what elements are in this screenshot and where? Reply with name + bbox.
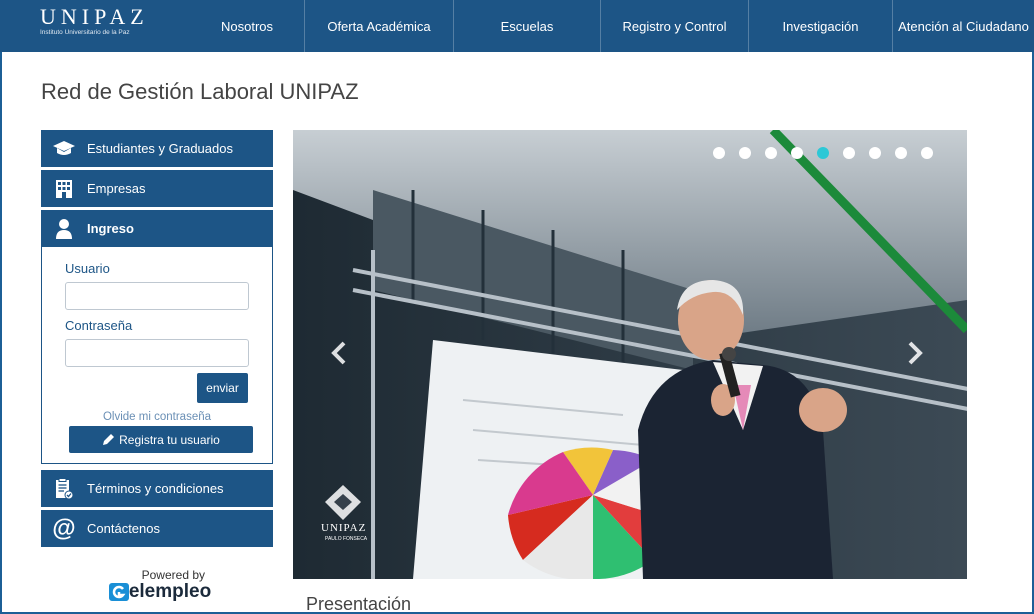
main-nav: Nosotros Oferta Académica Escuelas Regis… [190, 0, 1034, 52]
carousel-dot[interactable] [895, 147, 907, 159]
password-field[interactable] [65, 339, 249, 367]
carousel-dot[interactable] [869, 147, 881, 159]
elempleo-logo[interactable]: elempleo [105, 581, 215, 603]
at-sign-icon: @ [52, 514, 76, 542]
carousel-dot[interactable] [739, 147, 751, 159]
graduation-cap-icon [41, 140, 87, 158]
unipaz-watermark: UNIPAZ [321, 522, 367, 534]
carousel-dot[interactable] [765, 147, 777, 159]
password-label: Contraseña [65, 318, 133, 333]
nav-nosotros[interactable]: Nosotros [190, 0, 305, 52]
carousel-dot[interactable] [791, 147, 803, 159]
pencil-icon [103, 434, 115, 445]
page-title: Red de Gestión Laboral UNIPAZ [41, 79, 359, 104]
powered-by: Powered by elempleo [105, 568, 215, 603]
nav-atencion-ciudadano[interactable]: Atención al Ciudadano [893, 0, 1034, 52]
submit-row: enviar [65, 373, 248, 403]
sidebar-item-label: Contáctenos [87, 521, 160, 536]
sidebar-item-label: Estudiantes y Graduados [87, 141, 233, 156]
sidebar-item-terms[interactable]: Términos y condiciones [41, 470, 273, 507]
nav-escuelas[interactable]: Escuelas [454, 0, 601, 52]
chevron-right-icon[interactable] [907, 340, 923, 372]
nav-investigacion[interactable]: Investigación [749, 0, 893, 52]
submit-button[interactable]: enviar [197, 373, 248, 403]
username-field[interactable] [65, 282, 249, 310]
carousel-dot-active[interactable] [817, 147, 829, 159]
building-icon [41, 179, 87, 199]
sidebar-item-login[interactable]: Ingreso [41, 210, 273, 247]
sidebar-item-label: Ingreso [87, 221, 134, 236]
carousel-dot[interactable] [921, 147, 933, 159]
nav-oferta-academica[interactable]: Oferta Académica [305, 0, 454, 52]
top-navbar: UNIPAZ Instituto Universitario de la Paz… [0, 0, 1034, 52]
clipboard-check-icon [41, 477, 87, 500]
unipaz-watermark-sub: PAULO FONSECA [325, 536, 368, 542]
elempleo-icon [108, 583, 129, 601]
logo-title: UNIPAZ [40, 4, 149, 29]
sidebar: Estudiantes y Graduados Empresas Ingreso… [41, 130, 273, 550]
sidebar-item-label: Empresas [87, 181, 146, 196]
sidebar-item-companies[interactable]: Empresas [41, 170, 273, 207]
nav-registro-control[interactable]: Registro y Control [601, 0, 749, 52]
section-title-presentacion: Presentación [306, 594, 412, 614]
register-label: Registra tu usuario [119, 432, 220, 447]
user-icon [41, 218, 87, 240]
elempleo-brand: elempleo [128, 581, 212, 602]
speaker-photo [293, 130, 967, 579]
username-label: Usuario [65, 261, 110, 276]
sidebar-item-label: Términos y condiciones [87, 481, 224, 496]
chevron-left-icon[interactable] [331, 340, 347, 372]
carousel-dot[interactable] [843, 147, 855, 159]
carousel-dot[interactable] [713, 147, 725, 159]
sidebar-item-students[interactable]: Estudiantes y Graduados [41, 130, 273, 167]
carousel-indicators [713, 147, 947, 159]
unipaz-logo[interactable]: UNIPAZ Instituto Universitario de la Paz [0, 0, 190, 52]
powered-by-label: Powered by [141, 568, 205, 582]
register-button[interactable]: Registra tu usuario [69, 426, 253, 453]
image-carousel[interactable]: UNIPAZ PAULO FONSECA [293, 130, 967, 579]
forgot-password-link[interactable]: Olvide mi contraseña [65, 411, 249, 423]
sidebar-item-contact[interactable]: @ Contáctenos [41, 510, 273, 547]
logo-subtitle: Instituto Universitario de la Paz [40, 29, 130, 36]
login-form: Usuario Contraseña enviar Olvide mi cont… [41, 247, 273, 464]
